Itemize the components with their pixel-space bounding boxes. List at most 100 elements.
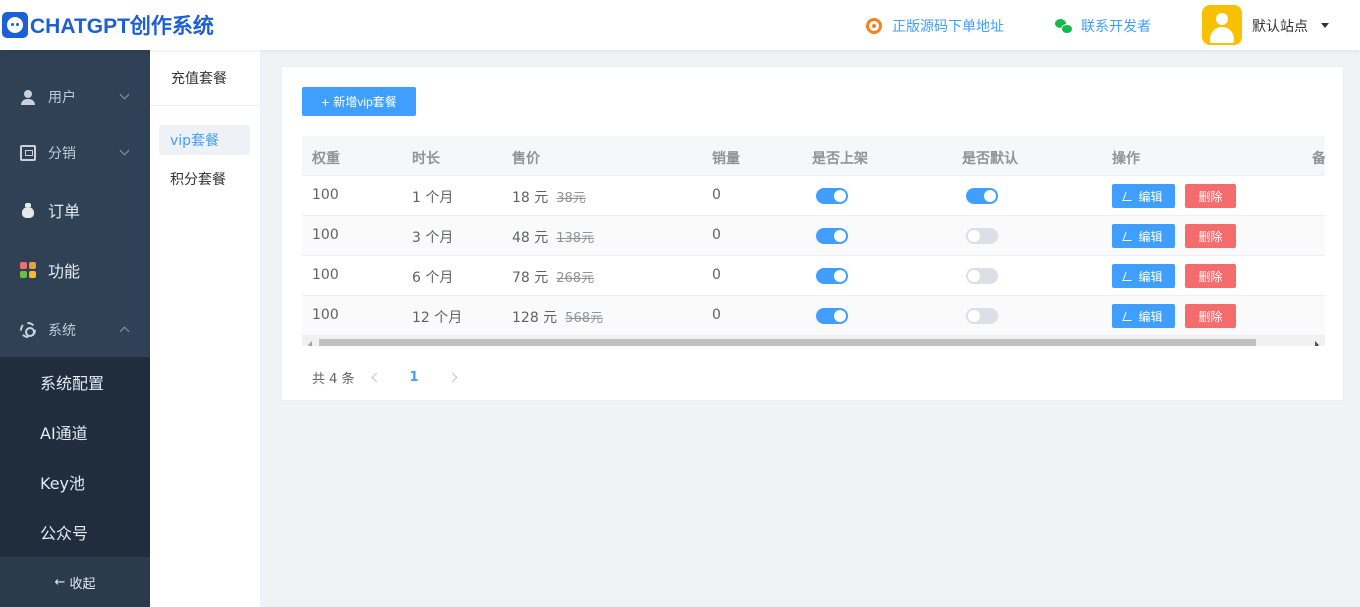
sidebar-item-distribution[interactable]: 分销 — [0, 125, 150, 181]
delete-button[interactable]: 删除 — [1185, 304, 1236, 328]
contact-developer-link[interactable]: 联系开发者 — [1055, 16, 1151, 36]
default-toggle[interactable] — [966, 308, 998, 324]
table-row: 100 1 个月 18 元 38元 0 编辑 删除 — [302, 176, 1325, 216]
price-value: 48 元 — [512, 230, 549, 246]
cell-weight: 100 — [312, 227, 339, 243]
source-order-label: 正版源码下单地址 — [892, 19, 1004, 35]
gear-icon — [20, 322, 36, 338]
edit-label: 编辑 — [1138, 189, 1163, 204]
sidebar-item-orders[interactable]: 订单 — [0, 182, 150, 238]
table-header: 权重 时长 售价 销量 是否上架 是否默认 操作 备 — [302, 136, 1325, 176]
chevron-down-icon — [119, 89, 130, 100]
money-bag-icon — [20, 202, 36, 218]
collapse-sidebar-button[interactable]: ← 收起 — [0, 557, 150, 607]
price-value: 128 元 — [512, 310, 558, 326]
sidebar-item-system[interactable]: 系统 — [0, 302, 150, 358]
default-toggle[interactable] — [966, 228, 998, 244]
edit-button[interactable]: 编辑 — [1112, 224, 1175, 248]
subnav-title: 充值套餐 — [150, 50, 260, 106]
cell-price: 78 元 268元 — [512, 267, 594, 287]
column-header-price[interactable]: 售价 — [512, 148, 540, 168]
cell-weight: 100 — [312, 187, 339, 203]
arrow-left-icon: ← — [54, 574, 66, 590]
cell-duration: 1 个月 — [412, 190, 454, 206]
sidebar-item-features[interactable]: 功能 — [0, 242, 150, 298]
package-subnav: 充值套餐 vip套餐 积分套餐 — [150, 50, 261, 607]
edit-icon — [1122, 271, 1136, 281]
sidebar-item-users[interactable]: 用户 — [0, 69, 150, 125]
logo[interactable]: CHATGPT创作系统 — [2, 10, 214, 40]
listed-toggle[interactable] — [816, 308, 848, 324]
horizontal-scrollbar[interactable] — [302, 336, 1325, 346]
subnav-item-points[interactable]: 积分套餐 — [159, 164, 250, 194]
scroll-right-icon[interactable] — [1315, 341, 1319, 346]
submenu-item-ai-channel[interactable]: AI通道 — [0, 407, 150, 457]
original-price: 38元 — [556, 191, 586, 206]
page-number-current[interactable]: 1 — [410, 370, 419, 385]
column-header-duration[interactable]: 时长 — [412, 148, 440, 168]
submenu-item-official-account[interactable]: 公众号 — [0, 507, 150, 557]
source-order-link[interactable]: 正版源码下单地址 — [866, 16, 1004, 36]
chevron-down-icon — [119, 145, 130, 156]
subnav-item-vip[interactable]: vip套餐 — [159, 125, 250, 155]
add-vip-package-button[interactable]: + 新增vip套餐 — [302, 87, 416, 116]
edit-button[interactable]: 编辑 — [1112, 264, 1175, 288]
listed-toggle[interactable] — [816, 188, 848, 204]
original-price: 268元 — [556, 271, 595, 286]
submenu-item-system-config[interactable]: 系统配置 — [0, 357, 150, 407]
submenu-item-key-pool[interactable]: Key池 — [0, 457, 150, 507]
next-page-icon[interactable] — [447, 372, 458, 382]
cell-weight: 100 — [312, 267, 339, 283]
vip-package-table: 权重 时长 售价 销量 是否上架 是否默认 操作 备 100 1 个月 18 元… — [302, 136, 1325, 346]
column-header-actions: 操作 — [1112, 151, 1140, 167]
delete-button[interactable]: 删除 — [1185, 184, 1236, 208]
cell-duration: 6 个月 — [412, 270, 454, 286]
caret-down-icon[interactable] — [1321, 23, 1329, 28]
prev-page-icon[interactable] — [371, 372, 381, 382]
column-header-weight[interactable]: 权重 — [312, 148, 340, 168]
delete-button[interactable]: 删除 — [1185, 224, 1236, 248]
edit-icon — [1122, 311, 1136, 321]
listed-toggle[interactable] — [816, 228, 848, 244]
cell-sales: 0 — [712, 267, 721, 283]
chevron-up-icon — [119, 326, 130, 337]
distribution-icon — [20, 145, 36, 161]
avatar[interactable] — [1202, 5, 1242, 45]
delete-button[interactable]: 删除 — [1185, 264, 1236, 288]
contact-developer-label: 联系开发者 — [1081, 19, 1151, 35]
price-value: 78 元 — [512, 270, 549, 286]
edit-icon — [1122, 231, 1136, 241]
default-toggle[interactable] — [966, 268, 998, 284]
cell-duration: 12 个月 — [412, 310, 463, 326]
scroll-left-icon[interactable] — [308, 341, 312, 346]
sidebar-item-label: 分销 — [48, 146, 76, 162]
logo-text: CHATGPT创作系统 — [30, 15, 214, 38]
collapse-label: 收起 — [69, 576, 96, 592]
site-name[interactable]: 默认站点 — [1252, 16, 1308, 36]
grid-icon — [20, 262, 36, 278]
cell-sales: 0 — [712, 307, 721, 323]
edit-label: 编辑 — [1138, 269, 1163, 284]
edit-label: 编辑 — [1138, 309, 1163, 324]
cell-duration: 3 个月 — [412, 230, 454, 246]
sidebar: 用户 分销 订单 功能 系统 系统配置 AI通道 Key池 公众号 ← 收起 — [0, 50, 150, 607]
listed-toggle[interactable] — [816, 268, 848, 284]
column-header-listed[interactable]: 是否上架 — [812, 148, 868, 168]
edit-button[interactable]: 编辑 — [1112, 184, 1175, 208]
column-header-default[interactable]: 是否默认 — [962, 148, 1018, 168]
cell-price: 128 元 568元 — [512, 307, 603, 327]
column-header-sales[interactable]: 销量 — [712, 148, 740, 168]
scrollbar-thumb[interactable] — [319, 339, 1256, 346]
column-header-remark: 备 — [1312, 151, 1325, 167]
robot-logo-icon — [2, 12, 28, 38]
original-price: 138元 — [556, 231, 595, 246]
sidebar-item-label: 用户 — [48, 90, 76, 106]
default-toggle[interactable] — [966, 188, 998, 204]
plus-icon: + — [321, 93, 330, 110]
sidebar-item-label: 订单 — [48, 202, 81, 221]
pagination: 共 4 条 1 — [312, 369, 458, 387]
cell-price: 18 元 38元 — [512, 187, 586, 207]
original-price: 568元 — [565, 311, 603, 326]
edit-button[interactable]: 编辑 — [1112, 304, 1175, 328]
table-row: 100 6 个月 78 元 268元 0 编辑 删除 — [302, 256, 1325, 296]
